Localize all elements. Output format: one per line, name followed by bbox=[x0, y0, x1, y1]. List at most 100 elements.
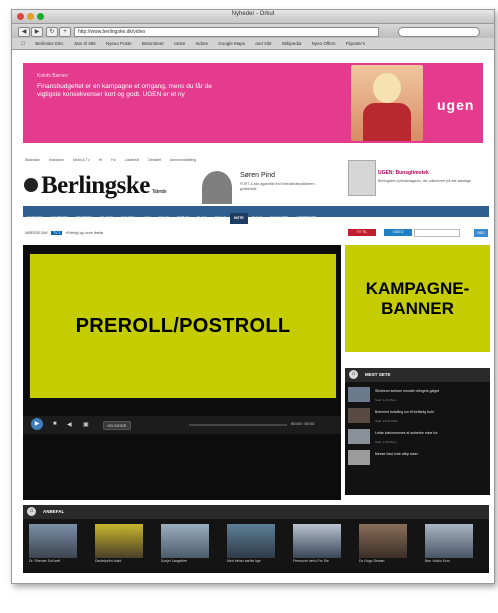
nav-item[interactable]: PHLIE bbox=[155, 213, 173, 224]
video-thumbnail bbox=[348, 387, 370, 402]
related-video-item[interactable]: Meh beher sarhie laje bbox=[227, 524, 275, 564]
bookmark-item[interactable]: ranke bbox=[174, 41, 185, 46]
ad-text: Kolofs Barner: Finansbudgettet er en kam… bbox=[37, 72, 237, 99]
nav-item[interactable]: SMAG bbox=[248, 213, 267, 224]
fullscreen-icon[interactable]: ▣ bbox=[83, 421, 89, 428]
bookmark-item[interactable]: Nyeo Offers bbox=[312, 41, 336, 46]
most-viewed-header: ⌂ MEST SETE bbox=[345, 368, 490, 382]
hd-toggle-button[interactable]: HD MODE bbox=[103, 421, 131, 430]
most-viewed-item[interactable]: Meese fotol hote stihp baier bbox=[348, 450, 487, 466]
play-button[interactable]: ▶ bbox=[31, 418, 43, 430]
preroll-label: PREROLL/POSTROLL bbox=[75, 314, 291, 337]
magazine-thumbnail[interactable] bbox=[348, 160, 376, 196]
related-header: ⌂ ANBEFAL bbox=[23, 505, 489, 519]
magazine-subtitle: Berlingsket nyhedsmagazin, der udkommer … bbox=[378, 179, 472, 183]
top-advertisement[interactable]: Kolofs Barner: Finansbudgettet er en kam… bbox=[23, 63, 483, 143]
video-search-input[interactable] bbox=[414, 229, 460, 237]
preroll-placeholder: PREROLL/POSTROLL bbox=[29, 253, 337, 399]
topnav-item[interactable]: Annonceafdeling bbox=[170, 158, 196, 162]
topnav-item[interactable]: Mobil & Tv bbox=[73, 158, 89, 162]
main-navigation: FORSIDE NYHEDER SPORTEN BLOGS POLITIK AOK PHLI… bbox=[23, 206, 489, 224]
topnav-item[interactable]: Indzsfator bbox=[49, 158, 64, 162]
browser-toolbar: ◀ ▶ ↻ + http://www.berlingske.dk/video bbox=[12, 24, 494, 38]
topnav-item[interactable]: Stadsdlar bbox=[25, 158, 40, 162]
back-button[interactable]: ◀ bbox=[18, 27, 30, 37]
nav-item[interactable]: BLOG bbox=[193, 213, 211, 224]
video-player[interactable]: PREROLL/POSTROLL ▶ ■ ◀ ▣ HD MODE 00:00 /… bbox=[23, 245, 341, 500]
nav-item[interactable]: FORSIDE bbox=[23, 213, 47, 224]
video-thumbnail bbox=[29, 524, 77, 558]
site-logo[interactable]: Berlingske Tidende bbox=[25, 172, 167, 200]
player-controls: ▶ ■ ◀ ▣ HD MODE 00:00 / 00:00 bbox=[23, 416, 341, 434]
related-video-item[interactable]: Dr. Rhenier Soll sett bbox=[29, 524, 77, 564]
bookmark-item[interactable]: Indvre bbox=[195, 41, 208, 46]
related-video-item[interactable]: Sonjel Langelirer bbox=[161, 524, 209, 564]
topnav-item[interactable]: Lokalredt bbox=[125, 158, 139, 162]
nav-item[interactable]: LIBRERNET bbox=[292, 213, 320, 224]
related-video-item[interactable]: Fremsom heriu Fer Sie bbox=[293, 524, 341, 564]
bookmark-item[interactable]: Nyeuo Poste bbox=[106, 41, 132, 46]
bookmark-item[interactable]: Berlinske Eikc bbox=[35, 41, 63, 46]
bookmark-item[interactable]: Flipotter's bbox=[346, 41, 365, 46]
tv-button[interactable]: TV TIL bbox=[348, 229, 376, 236]
video-thumbnail bbox=[293, 524, 341, 558]
related-video-item[interactable]: Dv Hugo Dewan bbox=[359, 524, 407, 564]
home-icon: ⌂ bbox=[27, 507, 36, 516]
video-button[interactable]: VIDEO bbox=[384, 229, 412, 236]
promo-subtitle: FORT & ass agarmtlid fra Enhedslistepoli… bbox=[240, 182, 315, 191]
bookmark-item[interactable]: and Xikt bbox=[255, 41, 271, 46]
nav-item[interactable]: AOK bbox=[139, 213, 155, 224]
stop-icon[interactable]: ■ bbox=[53, 421, 57, 427]
video-thumbnail bbox=[348, 408, 370, 423]
logo-wordmark: Berlingske bbox=[41, 172, 150, 199]
nav-item[interactable]: SPORTEN bbox=[72, 213, 97, 224]
nav-item[interactable]: BLOGS bbox=[97, 213, 117, 224]
video-caption: Ben Vokku Kvm bbox=[425, 559, 450, 563]
most-viewed-title: MEST SETE bbox=[365, 372, 391, 377]
promo-title[interactable]: Søren Pind bbox=[240, 172, 275, 179]
video-search-button[interactable]: SØG bbox=[474, 229, 488, 237]
nav-item[interactable]: NYHEDER bbox=[47, 213, 72, 224]
video-caption: Fremsom heriu Fer Sie bbox=[293, 559, 329, 563]
forward-button[interactable]: ▶ bbox=[31, 27, 43, 37]
seek-bar[interactable] bbox=[189, 424, 287, 426]
most-viewed-item[interactable]: Slimbeon loebam nnucleh dlergels galget … bbox=[348, 387, 487, 403]
video-thumbnail bbox=[161, 524, 209, 558]
window-title: Nyheder - Orkut bbox=[231, 11, 275, 17]
nav-item[interactable]: DEBAT bbox=[173, 213, 193, 224]
nav-item[interactable]: POLITIK bbox=[117, 213, 139, 224]
volume-icon[interactable]: ◀ bbox=[67, 421, 72, 428]
ad-brand-logo: ugen bbox=[437, 97, 475, 113]
nav-item[interactable]: BOSAGER bbox=[266, 213, 292, 224]
search-input[interactable] bbox=[398, 27, 480, 37]
related-video-item[interactable]: Dindelpelrn toald bbox=[95, 524, 143, 564]
bookmark-item[interactable]: Jam til 366 bbox=[74, 41, 96, 46]
bookmark-item[interactable]: Wikipedia bbox=[282, 41, 302, 46]
topnav-item[interactable]: Ho bbox=[111, 158, 115, 162]
most-viewed-item[interactable]: Letlar loekommmes al sedrerke mine fra S… bbox=[348, 429, 487, 445]
bookmark-item[interactable]: Betonitreet bbox=[142, 41, 164, 46]
topnav-item[interactable]: Hr bbox=[99, 158, 103, 162]
video-item-title: Letlar loekommmes al sedrerke mine fra bbox=[375, 431, 438, 435]
nav-item[interactable]: BOLIG bbox=[211, 213, 230, 224]
bookmarks-icon[interactable]: ☐ bbox=[21, 41, 25, 46]
promo-portrait-image[interactable] bbox=[202, 171, 232, 204]
related-video-item[interactable]: Ben Vokku Kvm bbox=[425, 524, 473, 564]
topnav-item[interactable]: Debatlet bbox=[148, 158, 161, 162]
logo-tagline: Tidende bbox=[151, 189, 167, 195]
title-bar: Nyheder - Orkut bbox=[12, 10, 494, 24]
reload-button[interactable]: ↻ bbox=[46, 27, 58, 37]
add-bookmark-button[interactable]: + bbox=[59, 27, 71, 37]
video-title: »Fidelig! og Levle Ibelde bbox=[65, 231, 104, 235]
breadcrumb: NIBESDE.BAY TV 2 »Fidelig! og Levle Ibel… bbox=[25, 231, 103, 235]
bookmark-item[interactable]: Google Maps bbox=[218, 41, 245, 46]
nav-item-active[interactable]: NOTE bbox=[229, 213, 248, 224]
ad-portrait-image bbox=[351, 65, 423, 141]
related-title: ANBEFAL bbox=[43, 509, 65, 514]
magazine-title[interactable]: UGEN: Bunsgtimotek bbox=[378, 170, 429, 176]
most-viewed-item[interactable]: Bohemet fortalling om til fortfarlig buh… bbox=[348, 408, 487, 424]
bookmarks-bar: ☐ Berlinske Eikc Jam til 366 Nyeuo Poste… bbox=[12, 38, 494, 50]
home-icon: ⌂ bbox=[349, 370, 358, 379]
url-input[interactable]: http://www.berlingske.dk/video bbox=[74, 27, 379, 37]
breadcrumb-section[interactable]: NIBESDE.BAY bbox=[25, 231, 48, 235]
